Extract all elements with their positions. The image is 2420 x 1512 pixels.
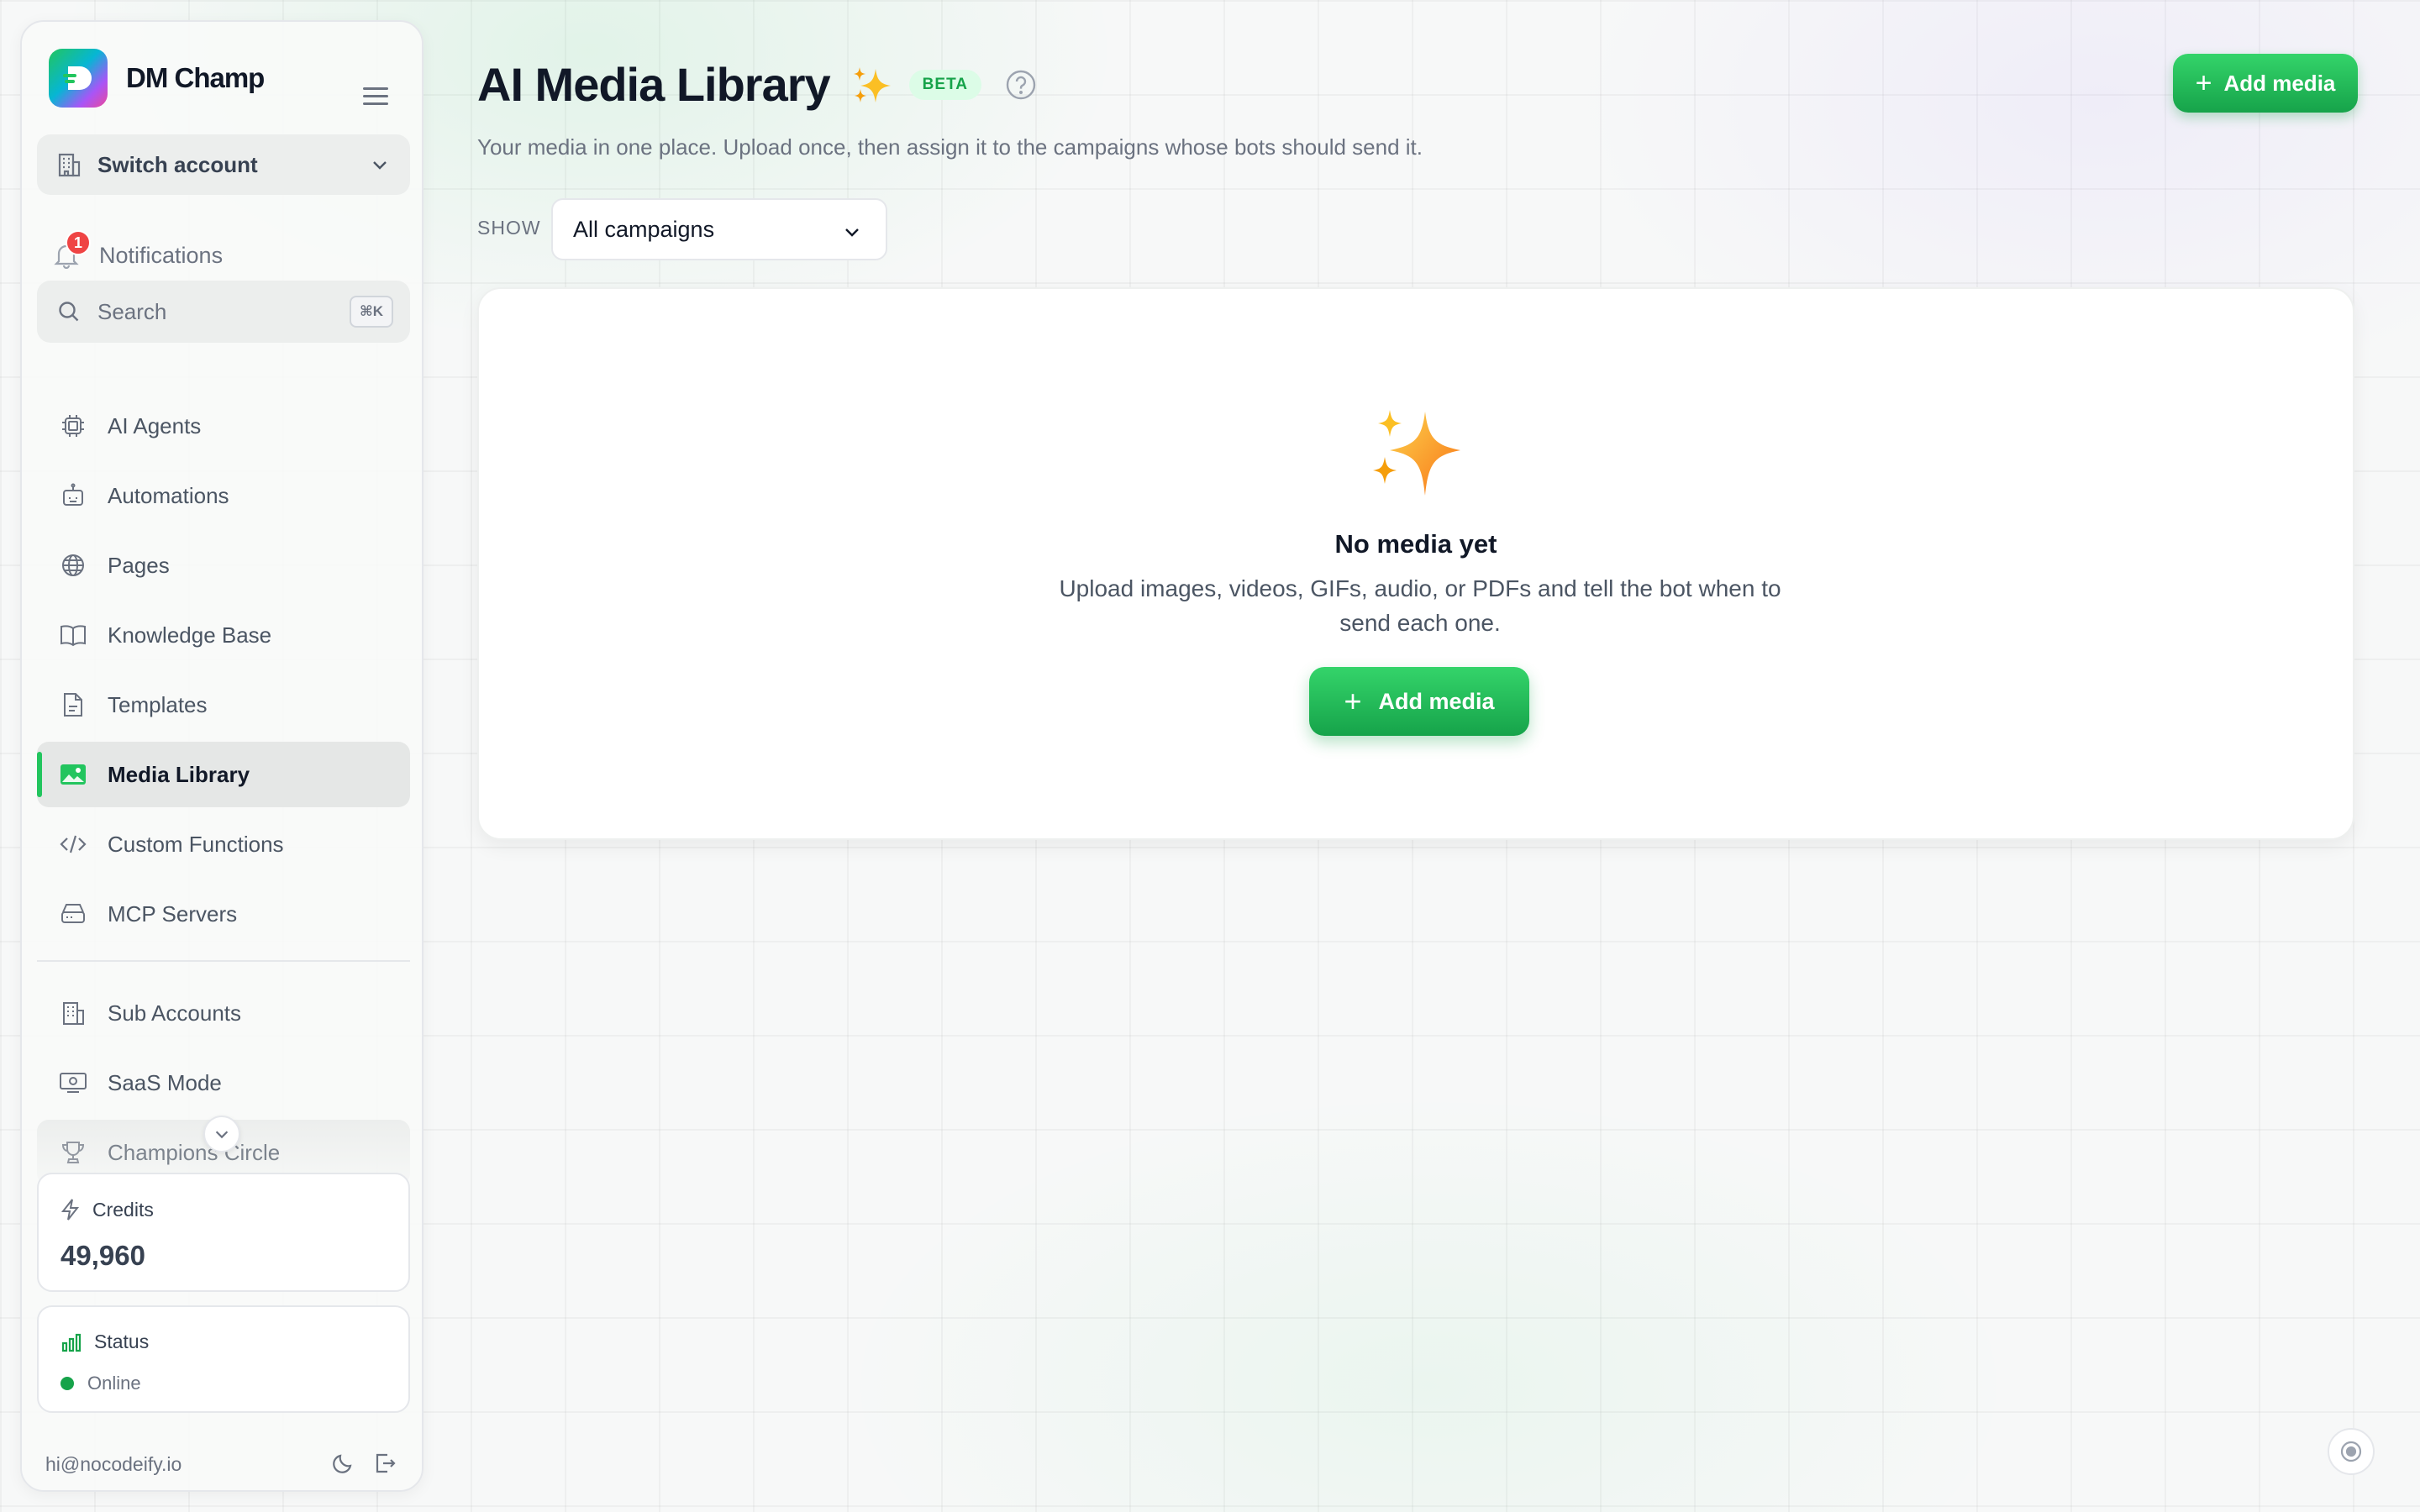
empty-state-title: No media yet — [1334, 529, 1497, 559]
sidebar-item-label: Champions Circle — [108, 1139, 281, 1165]
record-icon — [2340, 1441, 2362, 1462]
page-title: AI Media Library — [477, 58, 831, 111]
sidebar-item-sub-accounts[interactable]: Sub Accounts — [37, 980, 410, 1046]
empty-state-description: Upload images, videos, GIFs, audio, or P… — [1059, 575, 1781, 636]
globe-icon — [59, 551, 87, 580]
server-icon — [59, 900, 87, 928]
add-media-label: Add media — [2223, 70, 2336, 96]
book-icon — [59, 621, 87, 649]
sidebar-item-templates[interactable]: Templates — [37, 672, 410, 738]
search-shortcut: ⌘K — [350, 296, 393, 328]
add-media-button[interactable]: + Add media — [1309, 667, 1529, 736]
add-media-label: Add media — [1378, 688, 1495, 714]
page-header: AI Media Library BETA — [477, 57, 1037, 112]
sidebar-item-label: Sub Accounts — [108, 1000, 241, 1026]
monitor-icon — [59, 1068, 87, 1097]
notifications-label: Notifications — [99, 242, 224, 268]
sparkles-icon — [853, 66, 891, 102]
switch-account-button[interactable]: Switch account — [37, 134, 410, 195]
sidebar-item-label: Pages — [108, 552, 170, 578]
sidebar-item-label: Media Library — [108, 761, 250, 787]
sidebar-divider — [37, 960, 410, 962]
sidebar-item-saas-mode[interactable]: SaaS Mode — [37, 1050, 410, 1116]
notifications-link[interactable]: 1 Notifications — [54, 230, 224, 274]
image-icon — [59, 760, 87, 789]
sidebar-item-knowledge-base[interactable]: Knowledge Base — [37, 602, 410, 668]
sidebar-item-media-library[interactable]: Media Library — [37, 742, 410, 807]
logout-icon[interactable] — [373, 1452, 397, 1475]
sidebar-item-custom-functions[interactable]: Custom Functions — [37, 811, 410, 877]
sidebar-item-label: AI Agents — [108, 412, 202, 438]
plus-icon: + — [2195, 67, 2212, 99]
scroll-down-button[interactable] — [203, 1116, 240, 1152]
notification-count-badge: 1 — [66, 230, 91, 255]
campaign-filter-value: All campaigns — [573, 216, 715, 242]
status-label: Status — [94, 1331, 150, 1352]
menu-toggle-icon[interactable] — [363, 87, 388, 108]
status-value: Online — [87, 1373, 141, 1394]
campaign-filter-select[interactable]: All campaigns — [551, 198, 887, 260]
sidebar-item-ai-agents[interactable]: AI Agents — [37, 393, 410, 459]
sidebar-item-label: Knowledge Base — [108, 622, 272, 648]
sidebar: DM Champ Switch account 1 Notifications … — [20, 20, 424, 1492]
sparkles-icon — [1373, 410, 1460, 496]
bar-chart-icon — [61, 1333, 82, 1352]
help-icon[interactable] — [1005, 69, 1037, 101]
credits-card: Credits 49,960 — [37, 1173, 410, 1292]
cpu-icon — [59, 412, 87, 440]
sidebar-item-mcp-servers[interactable]: MCP Servers — [37, 881, 410, 947]
sidebar-item-label: Automations — [108, 482, 229, 508]
code-icon — [59, 830, 87, 858]
sidebar-item-label: Templates — [108, 691, 208, 717]
trophy-icon — [59, 1138, 87, 1167]
status-dot — [60, 1377, 74, 1390]
sidebar-item-label: MCP Servers — [108, 900, 238, 927]
brand-name: DM Champ — [126, 62, 265, 93]
chevron-down-icon — [845, 228, 859, 237]
brand-logo-icon — [49, 49, 108, 108]
empty-state-card: No media yet Upload images, videos, GIFs… — [477, 287, 2354, 840]
sidebar-nav: AI Agents Automations Pages Knowledge Ba… — [37, 393, 410, 1189]
moon-icon[interactable] — [331, 1452, 355, 1475]
user-email: hi@nocodeify.io — [45, 1453, 182, 1475]
sidebar-item-pages[interactable]: Pages — [37, 533, 410, 598]
status-card: Status Online — [37, 1305, 410, 1413]
building-icon — [59, 999, 87, 1027]
beta-badge: BETA — [908, 69, 981, 100]
chevron-down-icon — [215, 1131, 229, 1139]
robot-icon — [59, 481, 87, 510]
add-media-button[interactable]: + Add media — [2173, 54, 2358, 113]
lightning-icon — [60, 1199, 80, 1221]
plus-icon: + — [1344, 684, 1362, 718]
filter-label: SHOW — [477, 217, 541, 239]
sidebar-item-label: Custom Functions — [108, 831, 284, 857]
switch-account-label: Switch account — [97, 151, 258, 177]
sidebar-footer-actions — [331, 1452, 397, 1475]
sidebar-item-automations[interactable]: Automations — [37, 463, 410, 528]
credits-value: 49,960 — [60, 1240, 145, 1271]
sidebar-item-label: SaaS Mode — [108, 1069, 222, 1095]
page-subtitle: Your media in one place. Upload once, th… — [477, 134, 1423, 160]
building-icon — [58, 153, 81, 177]
brand[interactable]: DM Champ — [49, 49, 265, 108]
record-button[interactable] — [2328, 1428, 2375, 1475]
credits-label: Credits — [92, 1198, 154, 1221]
search-input[interactable]: Search ⌘K — [37, 281, 410, 343]
document-icon — [59, 690, 87, 719]
chevron-down-icon — [373, 161, 387, 170]
search-placeholder: Search — [97, 298, 167, 324]
search-icon — [59, 302, 79, 322]
